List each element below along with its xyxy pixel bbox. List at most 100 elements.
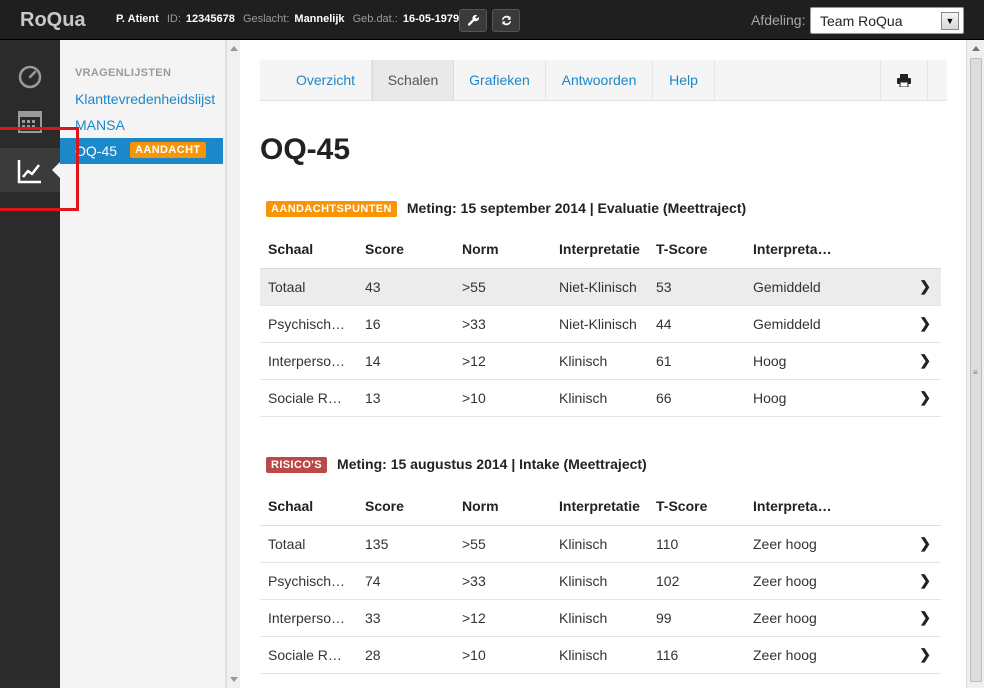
table-cell: Psychisch… [260, 562, 357, 600]
column-header: Schaal [260, 488, 357, 526]
id-label: ID: [166, 13, 181, 25]
table-cell: Gemiddeld [745, 268, 885, 306]
chevron-right-icon[interactable]: ❯ [885, 268, 941, 306]
section-heading: RISICO'S Meting: 15 augustus 2014 | Intak… [266, 456, 647, 473]
refresh-button[interactable] [492, 9, 520, 32]
tab-help[interactable]: Help [653, 60, 715, 100]
questionnaire-sidebar: VRAGENLIJSTEN Klanttevredenheidslijst MA… [60, 40, 226, 688]
column-header: Interpreta… [745, 488, 885, 526]
table-row[interactable]: Sociale R… 28 >10 Klinisch 116 Zeer hoog… [260, 636, 941, 674]
table-header-row: Schaal Score Norm Interpretatie T-Score … [260, 231, 941, 269]
table-cell: >12 [454, 599, 551, 637]
chevron-right-icon[interactable]: ❯ [885, 379, 941, 417]
chevron-right-icon[interactable]: ❯ [885, 342, 941, 380]
table-row[interactable]: Interperso… 14 >12 Klinisch 61 Hoog ❯ [260, 342, 941, 380]
app-logo[interactable]: RoQua [20, 9, 86, 32]
table-cell: Sociale R… [260, 379, 357, 417]
column-header: Interpretatie [551, 488, 648, 526]
table-header-row: Schaal Score Norm Interpretatie T-Score … [260, 488, 941, 526]
dob-label: Geb.dat.: [352, 13, 398, 25]
table-cell: Gemiddeld [745, 305, 885, 343]
scrollbar-thumb[interactable]: ≡ [970, 58, 982, 682]
scroll-down-icon[interactable] [230, 677, 238, 682]
table-cell: >33 [454, 305, 551, 343]
attention-badge: AANDACHT [130, 142, 206, 158]
table-cell: Niet-Klinisch [551, 305, 648, 343]
chevron-right-icon[interactable]: ❯ [885, 599, 941, 637]
sidebar-item-label: OQ-45 [75, 143, 118, 159]
afdeling-value: Team RoQua [820, 13, 903, 29]
table-cell: >10 [454, 379, 551, 417]
table-row[interactable]: Totaal 135 >55 Klinisch 110 Zeer hoog ❯ [260, 525, 941, 563]
tab-grafieken[interactable]: Grafieken [454, 60, 546, 100]
tab-overzicht[interactable]: Overzicht [280, 60, 372, 100]
column-header: Norm [454, 488, 551, 526]
tab-bar: Overzicht Schalen Grafieken Antwoorden H… [260, 60, 947, 101]
sidebar-item-klanttevredenheidslijst[interactable]: Klanttevredenheidslijst [75, 91, 215, 107]
sidebar-heading: VRAGENLIJSTEN [75, 67, 172, 79]
wrench-button[interactable] [459, 9, 487, 32]
column-header: Schaal [260, 231, 357, 269]
table-cell: Psychisch… [260, 305, 357, 343]
table-cell: Hoog [745, 342, 885, 380]
table-cell: 99 [648, 599, 745, 637]
table-cell: Hoog [745, 379, 885, 417]
table-cell: Klinisch [551, 562, 648, 600]
table-cell: Klinisch [551, 342, 648, 380]
table-row[interactable]: Interperso… 33 >12 Klinisch 99 Zeer hoog… [260, 599, 941, 637]
chevron-down-icon[interactable]: ▼ [941, 12, 959, 30]
table-cell: 110 [648, 525, 745, 563]
chevron-right-icon[interactable]: ❯ [885, 525, 941, 563]
main-content: Overzicht Schalen Grafieken Antwoorden H… [241, 40, 966, 688]
main-scrollbar[interactable]: ≡ [966, 40, 984, 688]
section-heading: AANDACHTSPUNTEN Meting: 15 september 2014… [266, 200, 746, 217]
id-value: 12345678 [185, 13, 235, 25]
tab-schalen[interactable]: Schalen [372, 60, 454, 100]
wrench-icon [467, 14, 479, 26]
table-cell: Zeer hoog [745, 562, 885, 600]
column-header [885, 488, 941, 526]
highlight-box [0, 127, 79, 211]
table-cell: Niet-Klinisch [551, 268, 648, 306]
table-cell: 13 [357, 379, 454, 417]
scroll-up-icon[interactable] [230, 46, 238, 51]
nav-dashboard[interactable] [0, 54, 60, 98]
gender-label: Geslacht: [242, 13, 290, 25]
scales-table: Schaal Score Norm Interpretatie T-Score … [260, 488, 941, 674]
chevron-right-icon[interactable]: ❯ [885, 562, 941, 600]
print-button[interactable] [880, 60, 928, 100]
chevron-right-icon[interactable]: ❯ [885, 636, 941, 674]
table-cell: 61 [648, 342, 745, 380]
tab-antwoorden[interactable]: Antwoorden [546, 60, 653, 100]
sidebar-item-oq45[interactable]: OQ-45 AANDACHT [60, 138, 223, 164]
column-header: Score [357, 231, 454, 269]
scroll-up-icon[interactable] [972, 46, 980, 51]
table-row[interactable]: Psychisch… 16 >33 Niet-Klinisch 44 Gemid… [260, 305, 941, 343]
print-icon [897, 74, 911, 88]
table-cell: Zeer hoog [745, 636, 885, 674]
table-cell: 14 [357, 342, 454, 380]
column-header: Interpretatie [551, 231, 648, 269]
sidebar-scrollbar[interactable] [226, 40, 240, 688]
table-cell: 43 [357, 268, 454, 306]
risks-badge: RISICO'S [266, 457, 328, 473]
sidebar-item-mansa[interactable]: MANSA [75, 117, 125, 133]
top-bar: RoQua P. Atient ID: 12345678 Geslacht: Man… [0, 0, 984, 40]
afdeling-select[interactable]: Team RoQua ▼ [810, 7, 964, 34]
table-row[interactable]: Psychisch… 74 >33 Klinisch 102 Zeer hoog… [260, 562, 941, 600]
table-cell: Interperso… [260, 342, 357, 380]
gender-value: Mannelijk [294, 13, 345, 25]
table-cell: 53 [648, 268, 745, 306]
grip-icon: ≡ [973, 368, 978, 377]
chevron-right-icon[interactable]: ❯ [885, 305, 941, 343]
column-header: Norm [454, 231, 551, 269]
table-cell: 102 [648, 562, 745, 600]
scales-table: Schaal Score Norm Interpretatie T-Score … [260, 231, 941, 417]
table-cell: 116 [648, 636, 745, 674]
table-cell: Klinisch [551, 599, 648, 637]
page-title: OQ-45 [260, 133, 351, 166]
table-row[interactable]: Sociale R… 13 >10 Klinisch 66 Hoog ❯ [260, 379, 941, 417]
measurement-title: Meting: 15 september 2014 | Evaluatie (M… [406, 200, 747, 216]
table-row[interactable]: Totaal 43 >55 Niet-Klinisch 53 Gemiddeld… [260, 268, 941, 306]
measurement-title: Meting: 15 augustus 2014 | Intake (Meett… [337, 456, 647, 472]
